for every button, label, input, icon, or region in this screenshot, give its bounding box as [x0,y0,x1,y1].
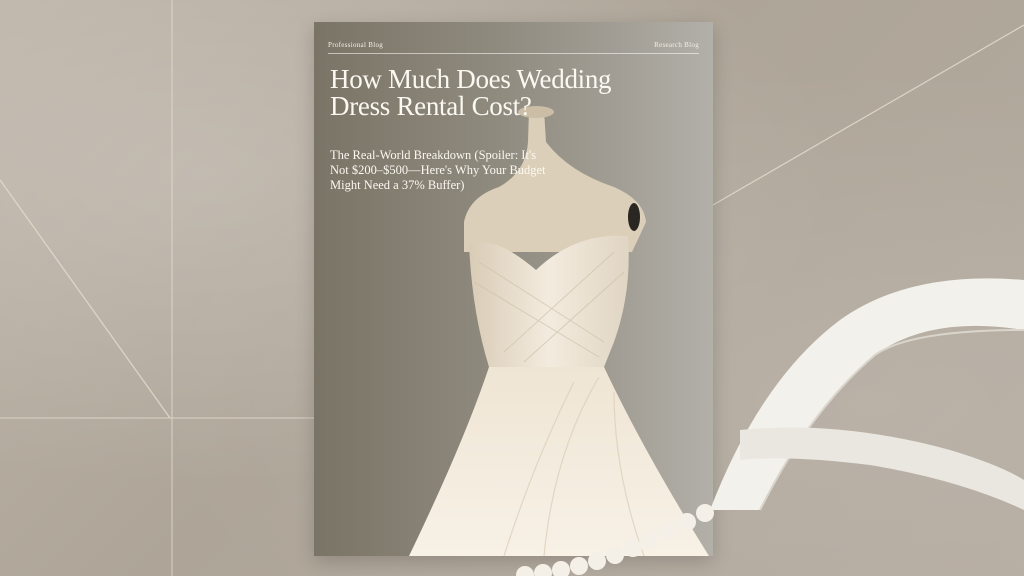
cover-subtitle: The Real-World Breakdown (Spoiler: It's … [330,148,546,192]
cover-brand: Professional Blog [328,41,384,49]
cover-divider [328,53,699,54]
pearl-strand-icon [516,504,714,576]
magazine-cover: Professional Blog Research Blog How Much… [314,22,713,556]
cover-title: How Much Does Wedding Dress Rental Cost? [330,64,612,121]
cover-issue: Research Blog [654,41,699,49]
satin-ribbon-icon [710,278,1024,511]
